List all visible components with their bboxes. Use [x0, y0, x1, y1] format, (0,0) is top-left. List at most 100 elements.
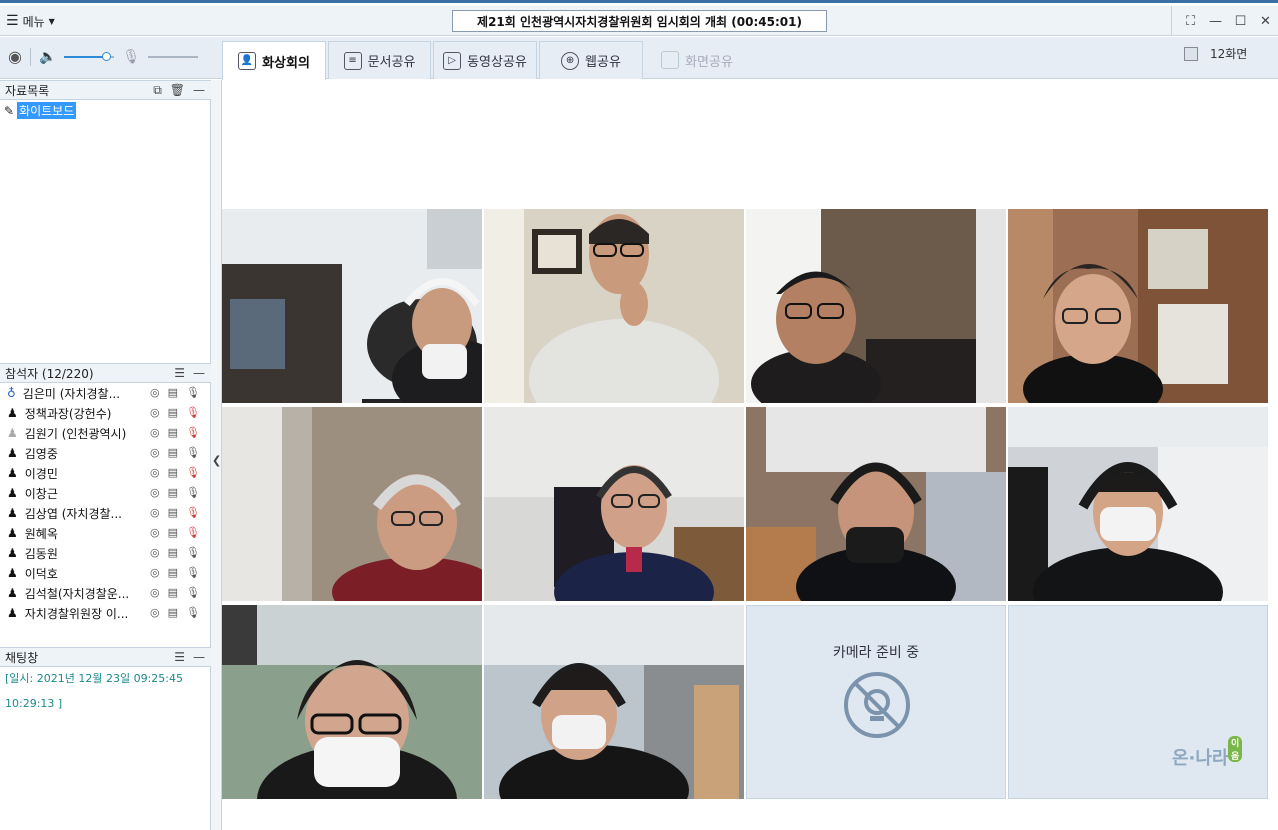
webcam-icon[interactable]: ◎	[150, 506, 160, 519]
microphone-icon[interactable]: 🎙	[186, 566, 200, 579]
layout-selector[interactable]: 12화면	[1184, 45, 1247, 62]
list-menu-icon[interactable]: ☰	[174, 366, 185, 380]
microphone-icon[interactable]: 🎙	[186, 606, 200, 619]
microphone-icon[interactable]: 🎙	[186, 586, 200, 599]
mic-volume-slider[interactable]	[148, 50, 199, 64]
webcam-icon[interactable]: ◎	[150, 606, 160, 619]
participant-row[interactable]: ♟ 이창근 ◎ ▤ 🎙	[0, 483, 211, 503]
tab-document-share[interactable]: ≡ 문서공유	[328, 41, 431, 79]
user-icon: ♟	[7, 446, 18, 460]
divider	[1171, 6, 1172, 36]
participant-row[interactable]: ♟ 정책과장(강헌수) ◎ ▤ 🎙	[0, 403, 211, 423]
chat-line: [일시: 2021년 12월 23일 09:25:45	[5, 672, 183, 685]
participant-row[interactable]: ♟ 김영중 ◎ ▤ 🎙	[0, 443, 211, 463]
participant-row[interactable]: ♁ 김은미 (자치경찰... ◎ ▤ 🎙	[0, 383, 211, 403]
document-icon[interactable]: ▤	[168, 386, 178, 399]
webcam-icon[interactable]: ◎	[150, 426, 160, 439]
tab-label: 웹공유	[585, 55, 621, 70]
microphone-icon[interactable]: 🎙	[186, 386, 200, 399]
participant-row[interactable]: ♟ 이경민 ◎ ▤ 🎙	[0, 463, 211, 483]
tab-video-conference[interactable]: 👤 화상회의	[222, 41, 326, 80]
video-tile-camera-off[interactable]: 카메라 준비 중	[746, 605, 1006, 799]
video-tile[interactable]	[1008, 209, 1268, 403]
video-tile[interactable]	[484, 407, 744, 601]
video-tile[interactable]	[484, 209, 744, 403]
collapse-icon[interactable]: —	[193, 650, 205, 664]
logo-badge: 이음	[1228, 736, 1243, 762]
webcam-icon[interactable]: ◉	[8, 47, 22, 66]
participant-video	[484, 407, 744, 601]
app-window: ☰ 메뉴 ▼ 제21회 인천광역시자치경찰위원회 임시회의 개최 (00:45:…	[0, 0, 1278, 830]
webcam-icon[interactable]: ◎	[150, 586, 160, 599]
document-icon[interactable]: ▤	[168, 466, 178, 479]
document-icon[interactable]: ▤	[168, 406, 178, 419]
webcam-icon[interactable]: ◎	[150, 566, 160, 579]
video-tile[interactable]	[746, 407, 1006, 601]
microphone-muted-icon[interactable]: 🎙	[186, 406, 200, 419]
webcam-icon[interactable]: ◎	[150, 446, 160, 459]
video-tile[interactable]	[746, 209, 1006, 403]
microphone-muted-icon[interactable]: 🎙	[186, 466, 200, 479]
participant-row[interactable]: ♟ 김동원 ◎ ▤ 🎙	[0, 543, 211, 563]
collapse-icon[interactable]: —	[193, 366, 205, 380]
microphone-muted-icon[interactable]: 🎙	[186, 526, 200, 539]
sidebar-collapse-handle[interactable]: ❮	[211, 80, 222, 830]
video-tile[interactable]	[222, 209, 482, 403]
fullscreen-icon[interactable]: ⛶	[1178, 14, 1203, 29]
participant-row[interactable]: ♟ 원혜옥 ◎ ▤ 🎙	[0, 523, 211, 543]
webcam-icon[interactable]: ◎	[150, 526, 160, 539]
participant-row[interactable]: ♟ 이덕호 ◎ ▤ 🎙	[0, 563, 211, 583]
video-tile[interactable]	[222, 605, 482, 799]
camera-waiting-panel: 카메라 준비 중	[746, 605, 1006, 799]
document-icon[interactable]: ▤	[168, 606, 178, 619]
tab-video-share[interactable]: ▷ 동영상공유	[433, 41, 537, 79]
trash-icon[interactable]: 🗑	[170, 83, 185, 98]
microphone-icon[interactable]: 🎙	[186, 486, 200, 499]
participant-video	[1008, 209, 1268, 403]
close-icon[interactable]: ✕	[1253, 14, 1278, 29]
webcam-icon[interactable]: ◎	[150, 386, 160, 399]
webcam-icon[interactable]: ◎	[150, 466, 160, 479]
resource-item-whiteboard[interactable]: ✎ 화이트보드	[4, 102, 77, 119]
tab-web-share[interactable]: ⊕ 웹공유	[539, 41, 643, 79]
webcam-icon[interactable]: ◎	[150, 406, 160, 419]
participant-name: 김상엽 (자치경찰...	[24, 506, 122, 521]
open-folder-icon[interactable]: ⧉	[153, 83, 162, 98]
collapse-icon[interactable]: —	[193, 83, 205, 98]
list-menu-icon[interactable]: ☰	[174, 650, 185, 664]
video-tile[interactable]	[222, 407, 482, 601]
document-icon[interactable]: ▤	[168, 446, 178, 459]
microphone-icon[interactable]: 🎙	[186, 446, 200, 459]
tab-screen-share[interactable]: 화면공유	[645, 41, 749, 79]
microphone-muted-icon[interactable]: 🎙	[186, 506, 200, 519]
webcam-icon[interactable]: ◎	[150, 486, 160, 499]
video-tile[interactable]	[484, 605, 744, 799]
webcam-icon[interactable]: ◎	[150, 546, 160, 559]
document-icon[interactable]: ▤	[168, 426, 178, 439]
maximize-icon[interactable]: ☐	[1228, 14, 1253, 29]
participant-video	[222, 209, 482, 403]
speaker-icon[interactable]: 🔈	[39, 49, 56, 65]
menu-label: 메뉴	[22, 14, 45, 29]
resource-label: 화이트보드	[17, 102, 77, 119]
menu-button[interactable]: ☰ 메뉴 ▼	[6, 12, 55, 30]
microphone-icon[interactable]: 🎙	[122, 49, 140, 65]
microphone-icon[interactable]: 🎙	[186, 546, 200, 559]
participant-row[interactable]: ♟ 김석철(자치경찰운... ◎ ▤ 🎙	[0, 583, 211, 603]
user-icon: ♟	[7, 486, 18, 500]
participant-row[interactable]: ♟ 김상엽 (자치경찰... ◎ ▤ 🎙	[0, 503, 211, 523]
microphone-muted-icon[interactable]: 🎙	[186, 426, 200, 439]
speaker-volume-slider[interactable]	[64, 50, 115, 64]
camera-waiting-text: 카메라 준비 중	[832, 645, 920, 661]
participant-name: 김은미 (자치경찰...	[22, 386, 121, 401]
document-icon[interactable]: ▤	[168, 526, 178, 539]
document-icon[interactable]: ▤	[168, 586, 178, 599]
participant-row[interactable]: ♟ 자치경찰위원장 이... ◎ ▤ 🎙	[0, 603, 211, 623]
document-icon[interactable]: ▤	[168, 566, 178, 579]
video-tile[interactable]	[1008, 407, 1268, 601]
document-icon[interactable]: ▤	[168, 486, 178, 499]
document-icon[interactable]: ▤	[168, 506, 178, 519]
participant-row[interactable]: ♟ 김원기 (인천광역시) ◎ ▤ 🎙	[0, 423, 211, 443]
minimize-icon[interactable]: —	[1203, 14, 1228, 29]
document-icon[interactable]: ▤	[168, 546, 178, 559]
